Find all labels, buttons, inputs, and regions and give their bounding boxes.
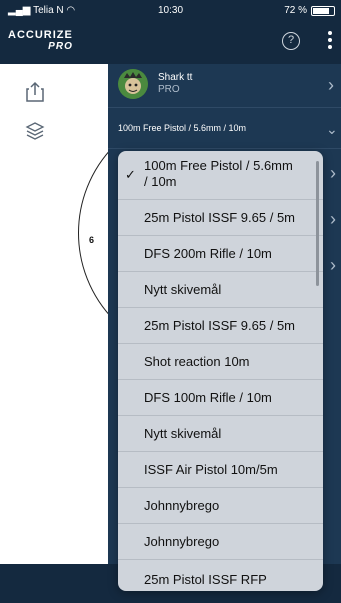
dropdown-item[interactable]: 25m Pistol ISSF 9.65 / 5m xyxy=(118,308,323,344)
dropdown-item-selected[interactable]: ✓ 100m Free Pistol / 5.6mm / 10m xyxy=(118,151,323,200)
app-header: ACCURIZE PRO ? xyxy=(0,22,341,64)
selected-target-label: 100m Free Pistol / 5.6mm / 10m xyxy=(118,123,247,133)
dropdown-item[interactable]: ISSF Air Pistol 10m/5m xyxy=(118,452,323,488)
avatar xyxy=(118,69,148,99)
chevron-down-icon: ⌄ xyxy=(326,121,338,137)
more-icon[interactable] xyxy=(326,31,334,53)
checkmark-icon: ✓ xyxy=(125,167,136,182)
share-icon[interactable] xyxy=(25,81,45,103)
dropdown-item[interactable]: 25m Pistol ISSF RFP xyxy=(118,560,323,591)
chevron-right-icon: › xyxy=(330,163,336,183)
chevron-right-icon: › xyxy=(330,209,336,229)
dropdown-item[interactable]: 25m Pistol ISSF 9.65 / 5m xyxy=(118,200,323,236)
target-dropdown[interactable]: ✓ 100m Free Pistol / 5.6mm / 10m 25m Pis… xyxy=(118,151,323,591)
app-logo: ACCURIZE PRO xyxy=(8,29,73,53)
battery-percent: 72 % xyxy=(284,5,307,16)
help-icon[interactable]: ? xyxy=(282,32,300,50)
dropdown-item[interactable]: DFS 200m Rifle / 10m xyxy=(118,236,323,272)
profile-name: Shark tt xyxy=(158,72,193,83)
dropdown-scrollbar[interactable] xyxy=(316,161,319,286)
status-bar: ▂▄▆ Telia N ◠ 10:30 72 % xyxy=(0,0,341,22)
target-ring-label: 6 xyxy=(89,235,95,245)
dropdown-item[interactable]: DFS 100m Rifle / 10m xyxy=(118,380,323,416)
dropdown-item[interactable]: Johnnybrego xyxy=(118,488,323,524)
dropdown-item[interactable]: Shot reaction 10m xyxy=(118,344,323,380)
target-selector[interactable]: 100m Free Pistol / 5.6mm / 10m ⌄ xyxy=(108,109,341,149)
battery-icon xyxy=(311,6,335,16)
dropdown-item[interactable]: Nytt skivemål xyxy=(118,272,323,308)
dropdown-item[interactable]: Nytt skivemål xyxy=(118,416,323,452)
profile-subtitle: PRO xyxy=(158,84,180,95)
chevron-right-icon: › xyxy=(328,75,334,95)
target-view xyxy=(0,64,108,564)
layers-icon[interactable] xyxy=(25,121,45,141)
chevron-right-icon: › xyxy=(330,255,336,275)
dropdown-item[interactable]: Johnnybrego xyxy=(118,524,323,560)
profile-row[interactable]: Shark tt PRO › xyxy=(108,64,341,108)
